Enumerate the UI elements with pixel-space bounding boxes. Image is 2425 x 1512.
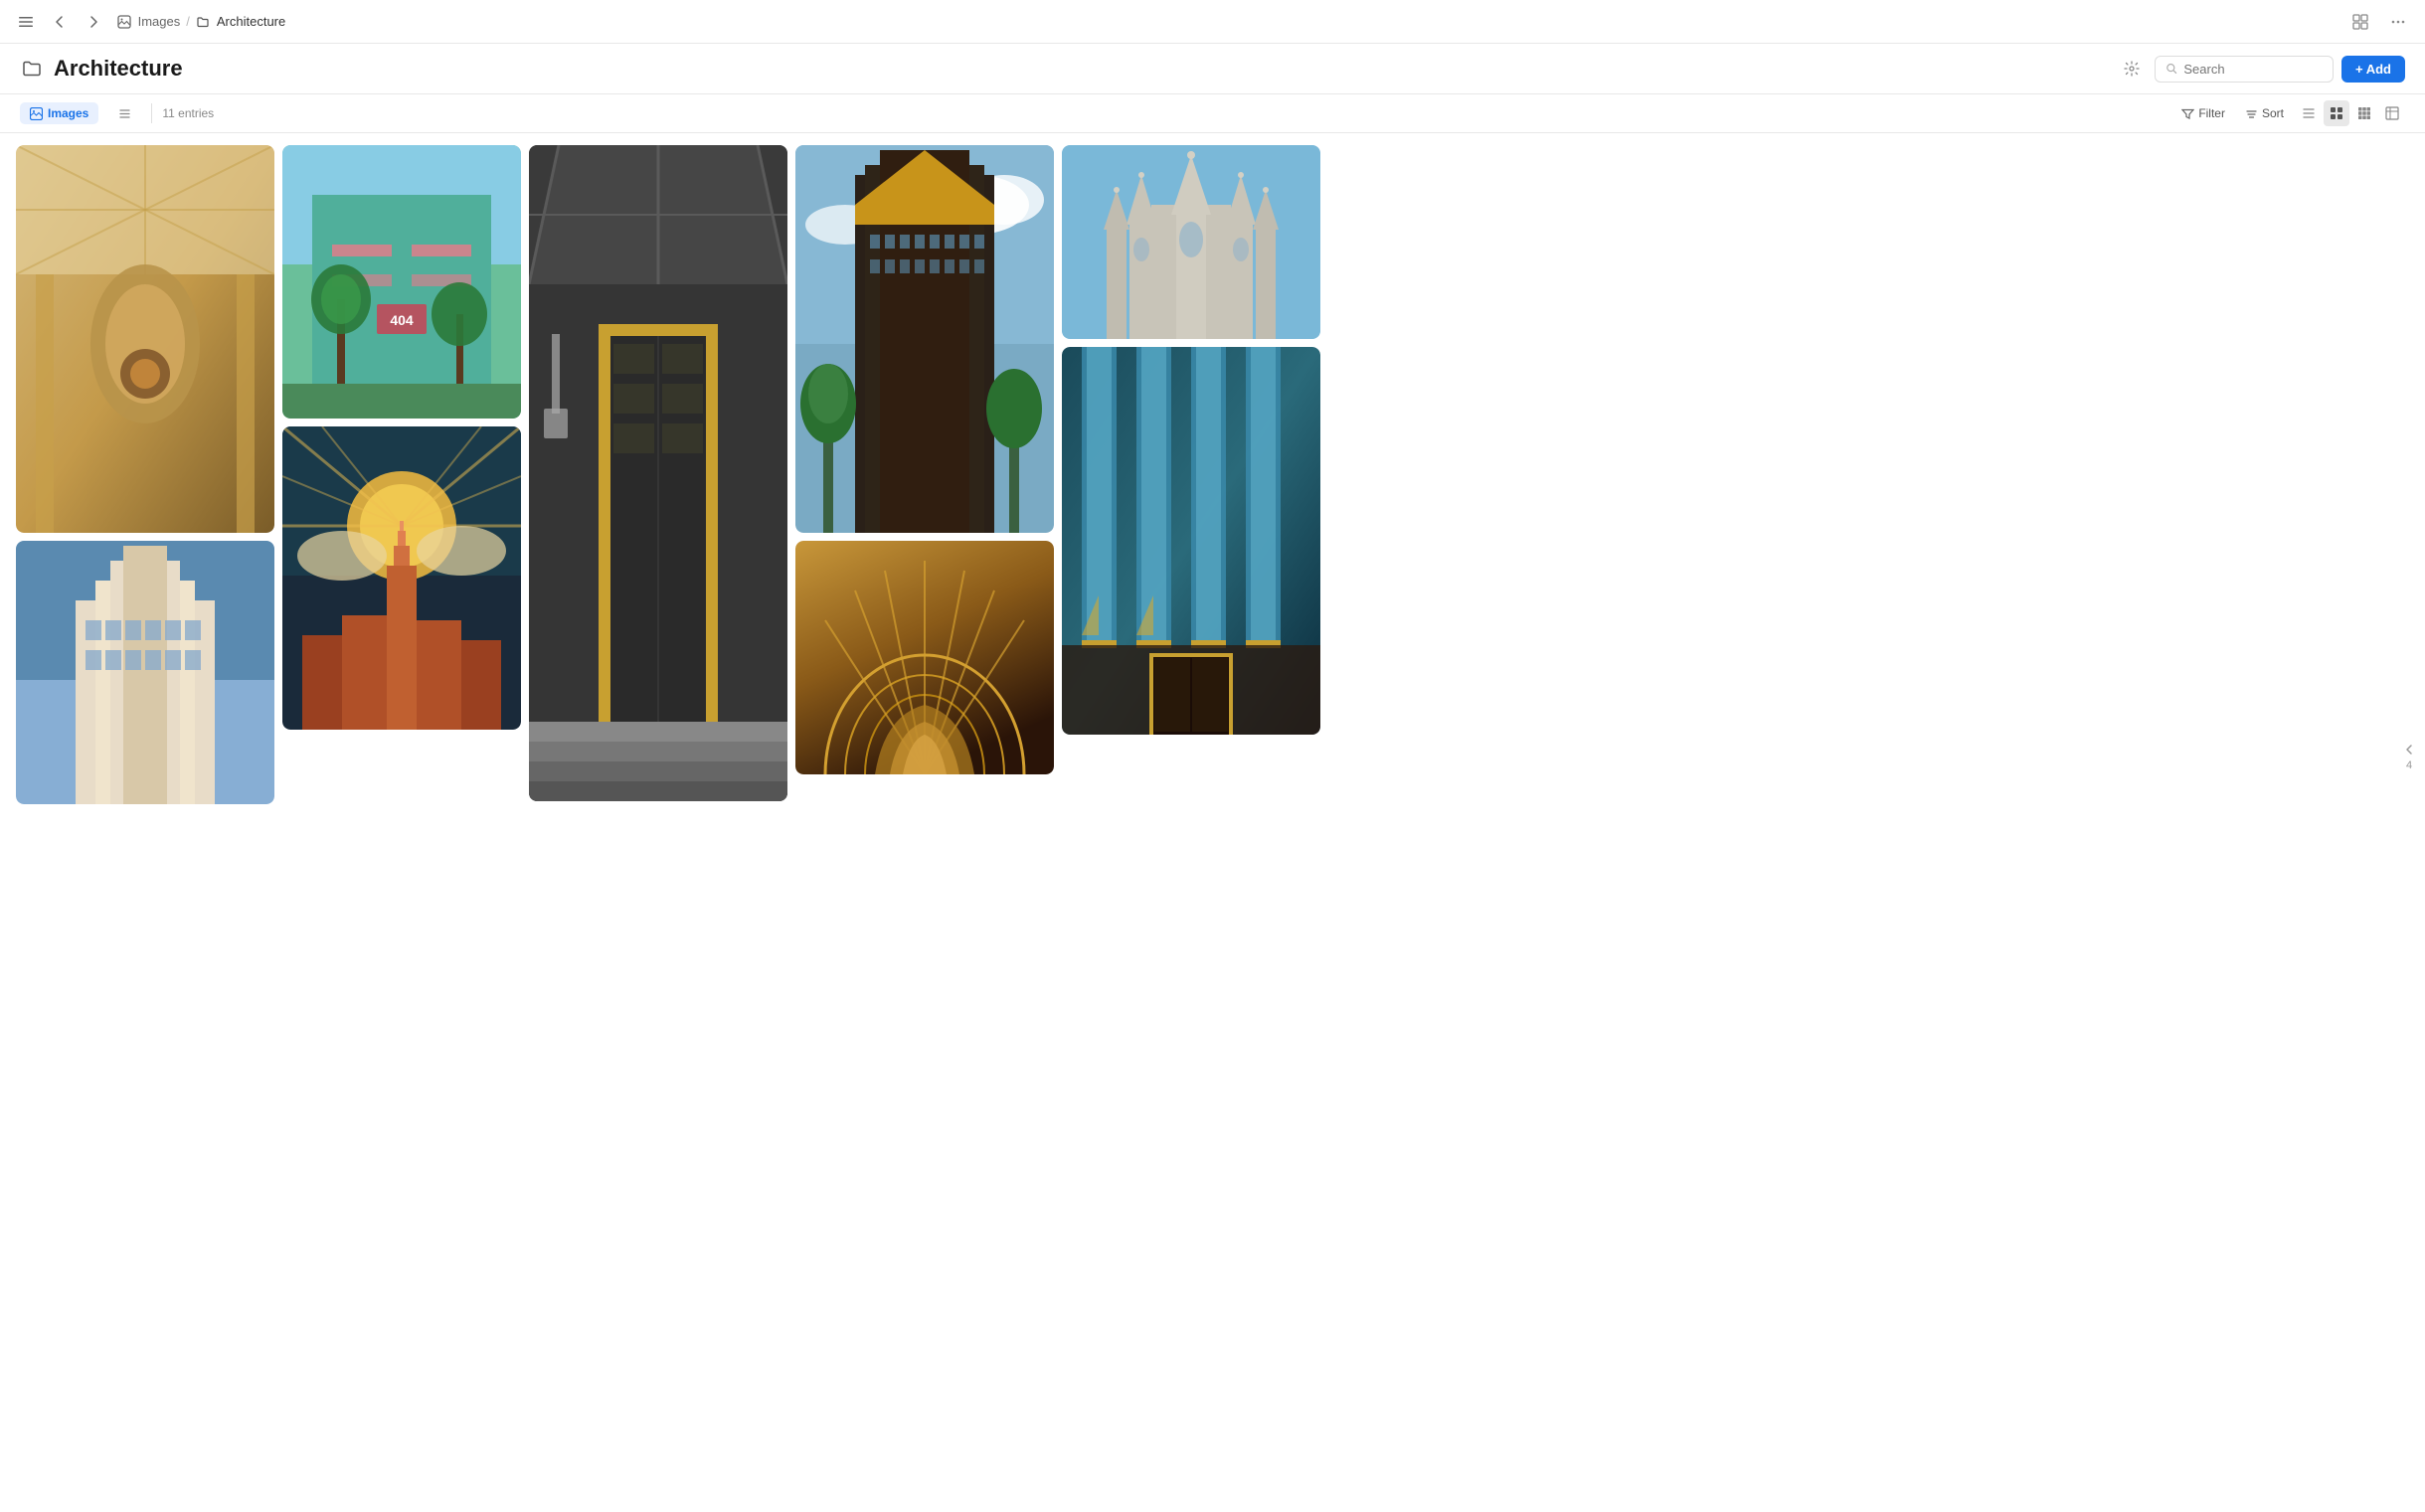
- gallery-column-1: [16, 145, 274, 804]
- scroll-indicator: 4: [2401, 742, 2417, 771]
- chevron-left-icon: [2401, 742, 2417, 757]
- list-item[interactable]: 404: [282, 145, 521, 419]
- list-item[interactable]: [282, 426, 521, 730]
- add-button[interactable]: + Add: [2341, 56, 2405, 83]
- list-view-button[interactable]: [2296, 100, 2322, 126]
- search-input[interactable]: [2183, 62, 2323, 77]
- tab-images[interactable]: Images: [20, 102, 98, 124]
- view-mode-icons: [2296, 100, 2405, 126]
- customize-button[interactable]: [2117, 54, 2147, 84]
- page-title: Architecture: [54, 56, 2107, 82]
- list-item[interactable]: [1062, 347, 1320, 735]
- gallery-column-3: [529, 145, 787, 801]
- image-grid: 404: [16, 145, 2409, 804]
- back-button[interactable]: [46, 8, 74, 36]
- breadcrumb-images[interactable]: Images: [117, 14, 180, 30]
- list-item[interactable]: [16, 145, 274, 533]
- gallery-column-5: [1062, 145, 1320, 735]
- grid-view-button[interactable]: [2351, 100, 2377, 126]
- list-item[interactable]: [529, 145, 787, 801]
- gallery-view-button[interactable]: [2324, 100, 2349, 126]
- toolbar: Images 11 entries Filter Sort: [0, 94, 2425, 133]
- forward-button[interactable]: [80, 8, 107, 36]
- list-item[interactable]: [795, 145, 1054, 533]
- toolbar-right: Filter Sort: [2173, 100, 2405, 126]
- sort-icon: [2245, 107, 2258, 120]
- breadcrumb-separator: /: [186, 14, 190, 29]
- list-icon: [118, 107, 131, 120]
- list-item[interactable]: [16, 541, 274, 804]
- gallery-container: 404: [0, 133, 2425, 1512]
- svg-text:404: 404: [390, 312, 414, 328]
- breadcrumb: Images / Architecture: [117, 14, 285, 30]
- list-item[interactable]: [1062, 145, 1320, 339]
- filter-icon: [2181, 107, 2194, 120]
- sort-button[interactable]: Sort: [2237, 102, 2292, 124]
- toolbar-separator: [151, 103, 152, 123]
- filter-button[interactable]: Filter: [2173, 102, 2233, 124]
- nav-bar: Images / Architecture: [0, 0, 2425, 44]
- search-icon: [2165, 62, 2177, 76]
- gallery-column-2: 404: [282, 145, 521, 730]
- layout-icon-button[interactable]: [2345, 7, 2375, 37]
- more-options-button[interactable]: [2383, 7, 2413, 37]
- tab-list[interactable]: [108, 103, 141, 124]
- image-icon: [30, 107, 43, 120]
- list-item[interactable]: [795, 541, 1054, 774]
- header-actions: + Add: [2117, 54, 2405, 84]
- breadcrumb-current: Architecture: [196, 14, 285, 29]
- nav-bar-actions: [2345, 7, 2413, 37]
- page-header: Architecture + Add: [0, 44, 2425, 94]
- table-view-button[interactable]: [2379, 100, 2405, 126]
- entries-count: 11 entries: [162, 106, 214, 120]
- gallery-column-4: [795, 145, 1054, 774]
- page-title-icon: [20, 57, 44, 81]
- search-box[interactable]: [2155, 56, 2334, 83]
- sidebar-toggle-button[interactable]: [12, 8, 40, 36]
